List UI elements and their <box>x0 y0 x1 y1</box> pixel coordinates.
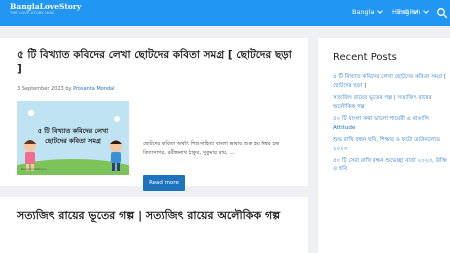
chevron-down-icon <box>377 8 384 14</box>
recent-post-link[interactable]: ৫০ টি বাংলা কথা ভালো শায়েরী এ বাঙালি At… <box>333 115 448 133</box>
nav-english[interactable]: English <box>397 8 430 16</box>
logo-tagline: THE LOVE STORY HUB <box>10 10 54 15</box>
post-thumbnail[interactable]: ৫ টি বিখ্যাত কবিদের লেখা ছোটদের কবিতা সম… <box>17 101 129 175</box>
post-title[interactable]: ৫ টি বিখ্যাত কবিদের লেখা ছোটদের কবিতা সম… <box>17 48 292 76</box>
post-author[interactable]: Prosanta Mondal <box>73 86 115 92</box>
thumbnail-subheading: ছোটদের কবিতা সমগ্র <box>45 137 101 145</box>
recent-post-link[interactable]: ৫ টি বিখ্যাত কবিদের লেখা ছোটদের কবিতা সম… <box>333 73 448 91</box>
post-meta: 3 September 2023 by Prosanta Mondal <box>17 86 115 92</box>
recent-posts-widget: Recent Posts ৫ টি বিখ্যাত কবিদের লেখা ছো… <box>318 38 450 253</box>
nav-label: English <box>397 8 421 16</box>
search-icon[interactable] <box>436 7 448 19</box>
site-header: BanglaLoveStory THE LOVE STORY HUB Bangl… <box>0 0 450 26</box>
post-date: 3 September 2023 <box>17 86 64 92</box>
thumbnail-watermark: Banglalovestory.in <box>21 167 47 171</box>
widget-title: Recent Posts <box>333 52 397 63</box>
site-logo[interactable]: BanglaLoveStory THE LOVE STORY HUB <box>10 3 81 15</box>
nav-label: Bangla <box>352 8 375 16</box>
recent-post-link[interactable]: সত্যজিৎ রায়ের ভূতের গল্প | সত্যজিৎ রায়… <box>333 94 448 112</box>
chevron-down-icon <box>423 8 430 14</box>
read-more-button[interactable]: Read more <box>143 175 185 191</box>
post-card: সত্যজিৎ রায়ের ভূতের গল্প | সত্যজিৎ রায়… <box>0 197 308 253</box>
recent-posts-list: ৫ টি বিখ্যাত কবিদের লেখা ছোটদের কবিতা সম… <box>333 73 448 177</box>
recent-post-link[interactable]: শুভ রাখি বন্ধন ছবি, শিক্ষার ও ফটো ডাউনলো… <box>333 136 448 154</box>
by-label: by <box>65 86 72 92</box>
post-title[interactable]: সত্যজিৎ রায়ের ভূতের গল্প | সত্যজিৎ রায়… <box>17 209 302 224</box>
post-card: ৫ টি বিখ্যাত কবিদের লেখা ছোটদের কবিতা সম… <box>0 38 308 191</box>
post-excerpt: ছোটদের কবিতা অর্থাৎ শিশুসাহিত্য বাংলা ভা… <box>143 141 280 156</box>
recent-post-link[interactable]: ৫০ টি সেরা রাখি বন্ধন শুভেচ্ছা বার্তা ২০… <box>333 157 448 175</box>
nav-bangla[interactable]: Bangla <box>352 8 384 16</box>
logo-text: BanglaLoveStory <box>10 2 82 11</box>
